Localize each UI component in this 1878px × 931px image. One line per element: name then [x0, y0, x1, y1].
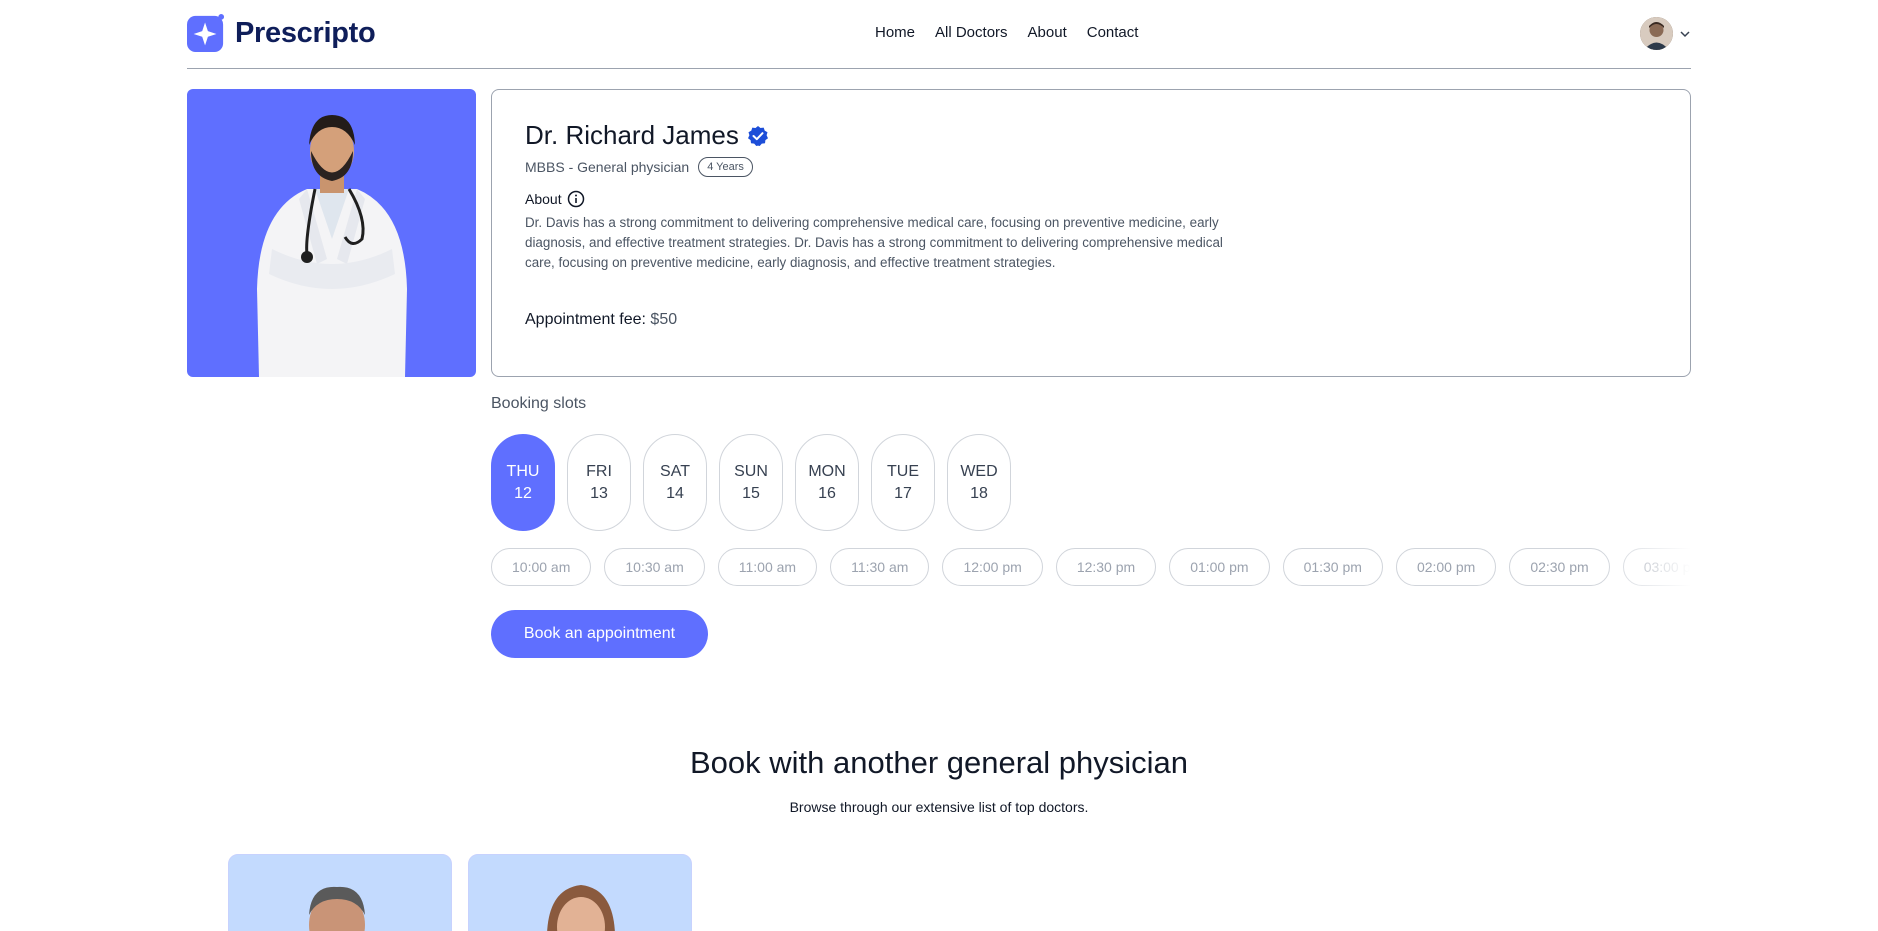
- day-name: FRI: [586, 462, 612, 480]
- time-slot[interactable]: 01:00 pm: [1169, 548, 1270, 586]
- booking-slots-title: Booking slots: [491, 395, 587, 412]
- doctor-portrait-icon: [257, 115, 407, 377]
- day-slot[interactable]: WED 18: [947, 434, 1011, 531]
- doctor-portrait-icon: [309, 886, 365, 931]
- about-label: About: [525, 191, 562, 207]
- day-date: 18: [970, 484, 988, 502]
- day-name: WED: [960, 462, 998, 480]
- user-avatar-icon: [1640, 17, 1673, 50]
- related-doctor-card[interactable]: [228, 854, 452, 931]
- brand-name: Prescripto: [235, 16, 376, 49]
- time-slot[interactable]: 12:00 pm: [942, 548, 1043, 586]
- day-date: 15: [742, 484, 760, 502]
- day-name: THU: [506, 462, 540, 480]
- time-slot[interactable]: 02:00 pm: [1395, 548, 1497, 586]
- day-date: 12: [514, 484, 532, 502]
- about-heading: About: [525, 190, 585, 208]
- day-name: SAT: [660, 462, 690, 480]
- main-nav: Home All Doctors About Contact: [875, 24, 1138, 41]
- time-slot[interactable]: 10:00 am: [491, 548, 592, 586]
- related-doctor-card[interactable]: [468, 854, 692, 931]
- doctor-portrait-icon: [547, 885, 615, 931]
- nav-about[interactable]: About: [1028, 24, 1067, 41]
- logo-icon: [187, 14, 225, 52]
- day-slot[interactable]: FRI 13: [567, 434, 631, 531]
- day-date: 16: [818, 484, 836, 502]
- profile-menu[interactable]: [1640, 17, 1691, 50]
- day-slot[interactable]: SAT 14: [643, 434, 707, 531]
- fee-label: Appointment fee:: [525, 311, 646, 328]
- day-name: SUN: [734, 462, 768, 480]
- day-slot[interactable]: MON 16: [795, 434, 859, 531]
- time-slot[interactable]: 02:30 pm: [1509, 548, 1610, 586]
- day-slot[interactable]: TUE 17: [871, 434, 935, 531]
- day-slot[interactable]: SUN 15: [719, 434, 783, 531]
- doctor-photo: [187, 89, 476, 377]
- info-icon: [567, 190, 584, 208]
- nav-home[interactable]: Home: [875, 24, 915, 41]
- time-slot[interactable]: 11:30 am: [830, 548, 930, 586]
- day-date: 14: [666, 484, 684, 502]
- time-slot[interactable]: 11:00 am: [717, 548, 818, 586]
- experience-badge: 4 Years: [698, 157, 753, 177]
- day-date: 17: [894, 484, 912, 502]
- doctor-degree: MBBS - General physician: [525, 159, 690, 175]
- chevron-down-icon[interactable]: [1679, 28, 1691, 40]
- avatar[interactable]: [1640, 17, 1673, 50]
- doctor-info-card: Dr. Richard James MBBS - General physici…: [491, 89, 1691, 377]
- doctor-name-row: Dr. Richard James: [525, 120, 769, 151]
- day-name: TUE: [887, 462, 919, 480]
- doctor-subtitle: MBBS - General physician 4 Years: [525, 157, 753, 177]
- time-slot[interactable]: 10:30 am: [604, 548, 705, 586]
- fee-value: $50: [650, 311, 678, 328]
- brand-logo[interactable]: Prescripto: [187, 14, 376, 52]
- verified-badge-icon: [747, 125, 768, 146]
- about-text: Dr. Davis has a strong commitment to del…: [525, 215, 1223, 270]
- time-slot[interactable]: 12:30 pm: [1055, 548, 1157, 586]
- nav-all-doctors[interactable]: All Doctors: [935, 24, 1008, 41]
- related-doctors-title: Book with another general physician: [689, 745, 1189, 780]
- time-slot[interactable]: 01:30 pm: [1282, 548, 1383, 586]
- day-selector: THU 12 FRI 13 SAT 14 SUN 15 MON 16 TUE 1…: [491, 434, 1011, 531]
- time-slot[interactable]: 03:00 pm: [1622, 548, 1691, 586]
- nav-contact[interactable]: Contact: [1087, 24, 1139, 41]
- day-slot[interactable]: THU 12: [491, 434, 555, 531]
- day-name: MON: [808, 462, 846, 480]
- doctor-name: Dr. Richard James: [525, 120, 739, 150]
- book-appointment-button[interactable]: Book an appointment: [491, 610, 708, 658]
- day-date: 13: [590, 484, 608, 502]
- site-header: Prescripto Home All Doctors About Contac…: [187, 0, 1691, 69]
- time-slot-list[interactable]: 10:00 am 10:30 am 11:00 am 11:30 am 12:0…: [491, 548, 1691, 588]
- appointment-fee: Appointment fee: $50: [525, 311, 677, 329]
- related-doctors-subtitle: Browse through our extensive list of top…: [789, 799, 1089, 815]
